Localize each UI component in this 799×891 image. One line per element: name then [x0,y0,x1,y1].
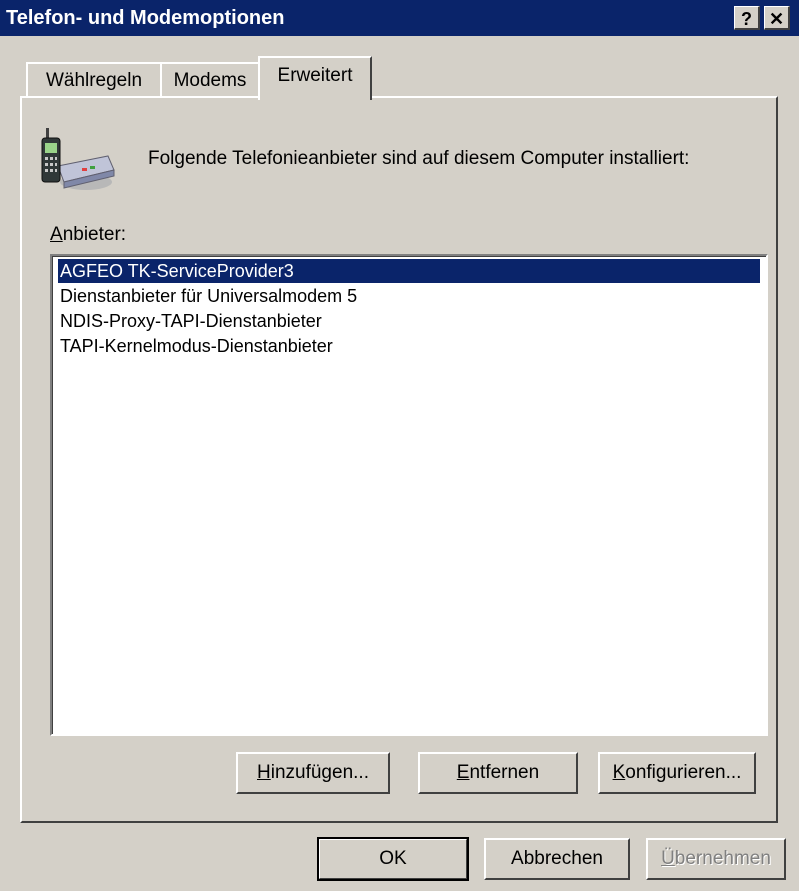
providers-label: Anbieter: [50,224,127,245]
add-button[interactable]: Hinzufügen... [236,752,390,794]
list-item[interactable]: AGFEO TK-ServiceProvider3 [58,259,760,283]
remove-button[interactable]: Entfernen [418,752,578,794]
title-bar[interactable]: Telefon- und Modemoptionen ? ✕ [0,0,799,36]
list-item[interactable]: NDIS-Proxy-TAPI-Dienstanbieter [58,309,322,333]
list-item[interactable]: TAPI-Kernelmodus-Dienstanbieter [58,334,333,358]
tab-modems[interactable]: Modems [160,62,260,98]
tab-waehlregeln[interactable]: Wählregeln [26,62,162,98]
configure-button[interactable]: Konfigurieren... [598,752,756,794]
providers-listbox[interactable]: AGFEO TK-ServiceProvider3 Dienstanbieter… [50,254,768,736]
cancel-button[interactable]: Abbrechen [484,838,630,880]
tab-erweitert[interactable]: Erweitert [258,56,372,100]
apply-button[interactable]: Übernehmen [646,838,786,880]
ok-button[interactable]: OK [317,837,469,881]
close-button[interactable]: ✕ [764,6,790,30]
intro-text: Folgende Telefonieanbieter sind auf dies… [148,148,690,169]
help-button[interactable]: ? [734,6,760,30]
window-title: Telefon- und Modemoptionen [6,7,285,29]
list-item[interactable]: Dienstanbieter für Universalmodem 5 [58,284,357,308]
phone-modem-icon [41,128,115,190]
